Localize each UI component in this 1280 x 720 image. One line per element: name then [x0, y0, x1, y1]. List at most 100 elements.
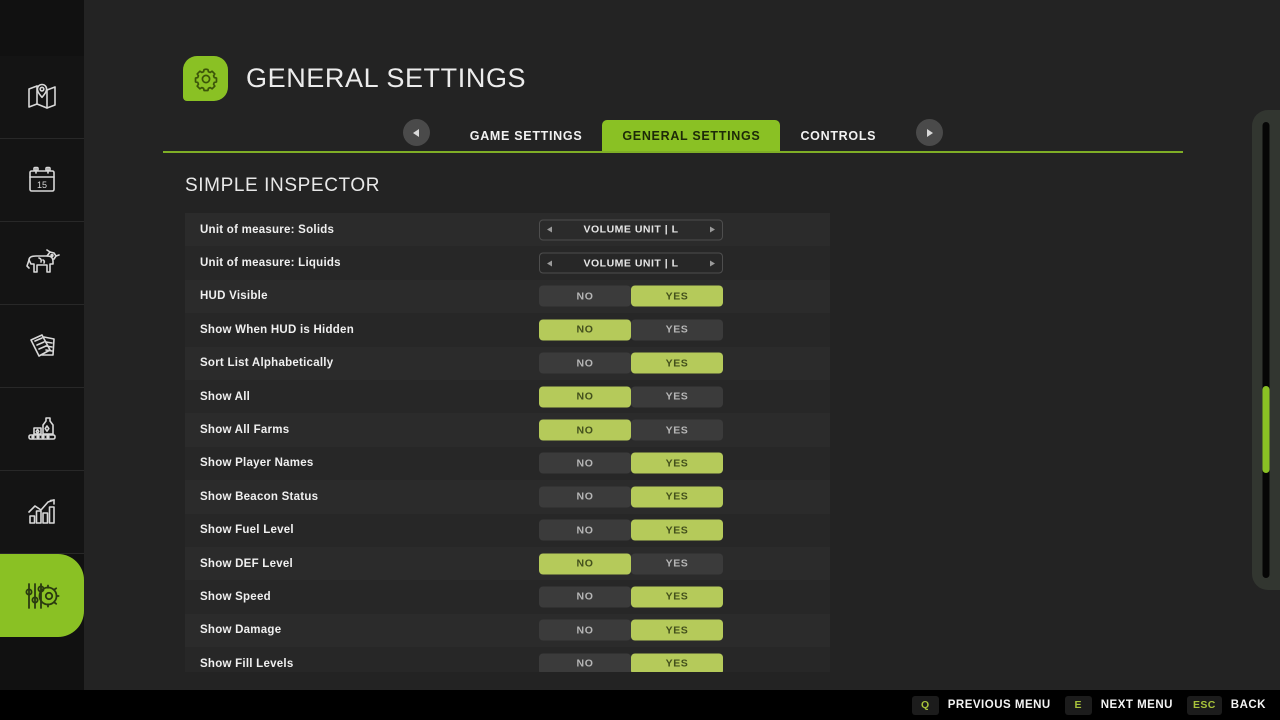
toggle-option-no[interactable]: NO	[539, 420, 631, 441]
toggle-show-all: NOYES	[539, 386, 723, 407]
toggle-show-all-farms: NOYES	[539, 420, 723, 441]
settings-row: Show Beacon Status NOYES	[185, 480, 830, 513]
chevron-right-icon	[927, 129, 933, 137]
setting-label-show-player-names: Show Player Names	[200, 457, 314, 469]
sidebar-item-map[interactable]	[0, 56, 84, 139]
chevron-right-icon[interactable]	[710, 260, 715, 266]
toggle-option-yes[interactable]: YES	[631, 620, 723, 641]
sidebar-item-statistics[interactable]	[0, 471, 84, 554]
setting-control: NOYES	[539, 653, 723, 672]
toggle-option-yes[interactable]: YES	[631, 453, 723, 474]
scrollbar-thumb[interactable]	[1263, 386, 1270, 473]
settings-row: Unit of measure: Solids VOLUME UNIT | L	[185, 213, 830, 246]
setting-label-hud-visible: HUD Visible	[200, 290, 268, 302]
toggle-option-no[interactable]: NO	[539, 353, 631, 374]
setting-label-show-speed: Show Speed	[200, 591, 271, 603]
tab-underline	[163, 151, 1183, 153]
toggle-option-yes[interactable]: YES	[631, 653, 723, 672]
setting-label-show-when-hud-is-hidden: Show When HUD is Hidden	[200, 324, 354, 336]
toggle-option-yes[interactable]: YES	[631, 319, 723, 340]
toggle-option-yes[interactable]: YES	[631, 420, 723, 441]
sidebar-item-calendar[interactable]: 15	[0, 139, 84, 222]
toggle-show-beacon-status: NOYES	[539, 486, 723, 507]
setting-label-show-def-level: Show DEF Level	[200, 558, 293, 570]
hint-next-menu[interactable]: E NEXT MENU	[1065, 696, 1173, 715]
chevron-right-icon[interactable]	[710, 227, 715, 233]
sidebar-item-production[interactable]	[0, 388, 84, 471]
toggle-option-no[interactable]: NO	[539, 286, 631, 307]
toggle-option-yes[interactable]: YES	[631, 553, 723, 574]
setting-control: NOYES	[539, 386, 723, 407]
setting-control: NOYES	[539, 353, 723, 374]
toggle-option-no[interactable]: NO	[539, 653, 631, 672]
setting-label-unit-of-measure-solids: Unit of measure: Solids	[200, 224, 334, 236]
tab-prev-button[interactable]	[403, 119, 430, 146]
toggle-option-no[interactable]: NO	[539, 620, 631, 641]
scrollbar-rail[interactable]	[1252, 110, 1280, 590]
settings-row: Show Player Names NOYES	[185, 447, 830, 480]
cow-icon	[23, 246, 61, 280]
toggle-option-no[interactable]: NO	[539, 453, 631, 474]
sidebar-top-spacer	[0, 0, 84, 56]
settings-row: Show Speed NOYES	[185, 580, 830, 613]
dropdown-value: VOLUME UNIT | L	[552, 257, 710, 269]
setting-control: VOLUME UNIT | L	[539, 253, 723, 274]
toggle-option-yes[interactable]: YES	[631, 286, 723, 307]
toggle-option-yes[interactable]: YES	[631, 353, 723, 374]
gear-icon	[183, 56, 228, 101]
setting-control: NOYES	[539, 520, 723, 541]
toggle-show-fill-levels: NOYES	[539, 653, 723, 672]
toggle-option-yes[interactable]: YES	[631, 486, 723, 507]
setting-label-show-beacon-status: Show Beacon Status	[200, 491, 318, 503]
hint-back[interactable]: ESC BACK	[1187, 696, 1266, 715]
sliders-gear-icon	[22, 578, 62, 614]
toggle-option-no[interactable]: NO	[539, 319, 631, 340]
setting-control: NOYES	[539, 553, 723, 574]
sidebar-item-contracts[interactable]	[0, 305, 84, 388]
hint-label-back: BACK	[1231, 699, 1266, 711]
setting-label-show-all-farms: Show All Farms	[200, 424, 289, 436]
tab-next-button[interactable]	[916, 119, 943, 146]
hint-previous-menu[interactable]: Q PREVIOUS MENU	[912, 696, 1051, 715]
toggle-option-no[interactable]: NO	[539, 486, 631, 507]
setting-label-unit-of-measure-liquids: Unit of measure: Liquids	[200, 257, 341, 269]
page-header: GENERAL SETTINGS	[183, 56, 526, 101]
toggle-option-no[interactable]: NO	[539, 386, 631, 407]
toggle-option-no[interactable]: NO	[539, 520, 631, 541]
settings-row: Show DEF Level NOYES	[185, 547, 830, 580]
settings-row: Show All Farms NOYES	[185, 413, 830, 446]
setting-control: NOYES	[539, 586, 723, 607]
sidebar-item-animals[interactable]	[0, 222, 84, 305]
dropdown-unit-of-measure-solids[interactable]: VOLUME UNIT | L	[539, 219, 723, 240]
toggle-option-no[interactable]: NO	[539, 553, 631, 574]
toggle-option-yes[interactable]: YES	[631, 586, 723, 607]
toggle-option-no[interactable]: NO	[539, 586, 631, 607]
tab-general-settings[interactable]: GENERAL SETTINGS	[602, 120, 780, 151]
tab-game-settings[interactable]: GAME SETTINGS	[450, 121, 603, 151]
section-title: SIMPLE INSPECTOR	[185, 175, 380, 197]
toggle-show-when-hud-is-hidden: NOYES	[539, 319, 723, 340]
settings-row: Show Damage NOYES	[185, 614, 830, 647]
settings-row: Show AllNOYES	[185, 380, 830, 413]
calendar-15-icon: 15	[25, 163, 59, 197]
tab-bar: GAME SETTINGS GENERAL SETTINGS CONTROLS	[163, 113, 1183, 151]
sidebar-bottom-spacer	[0, 637, 84, 690]
sidebar-item-settings[interactable]	[0, 554, 84, 637]
toggle-show-player-names: NOYES	[539, 453, 723, 474]
bottom-hint-bar: Q PREVIOUS MENU E NEXT MENU ESC BACK	[0, 690, 1280, 720]
scrollbar-track[interactable]	[1263, 122, 1270, 578]
dropdown-unit-of-measure-liquids[interactable]: VOLUME UNIT | L	[539, 253, 723, 274]
key-badge-q: Q	[912, 696, 939, 715]
main-panel: GENERAL SETTINGS GAME SETTINGS GENERAL S…	[84, 0, 1280, 690]
sidebar: 15	[0, 0, 84, 690]
map-pin-icon	[25, 80, 59, 114]
settings-list: Unit of measure: SolidsVOLUME UNIT | LUn…	[185, 213, 830, 672]
toggle-hud-visible: NOYES	[539, 286, 723, 307]
settings-row: Unit of measure: Liquids VOLUME UNIT | L	[185, 246, 830, 279]
toggle-option-yes[interactable]: YES	[631, 520, 723, 541]
toggle-option-yes[interactable]: YES	[631, 386, 723, 407]
tab-controls[interactable]: CONTROLS	[780, 121, 896, 151]
setting-label-sort-list-alphabetically: Sort List Alphabetically	[200, 357, 333, 369]
setting-label-show-damage: Show Damage	[200, 624, 281, 636]
settings-row: Show Fill LevelsNOYES	[185, 647, 830, 672]
